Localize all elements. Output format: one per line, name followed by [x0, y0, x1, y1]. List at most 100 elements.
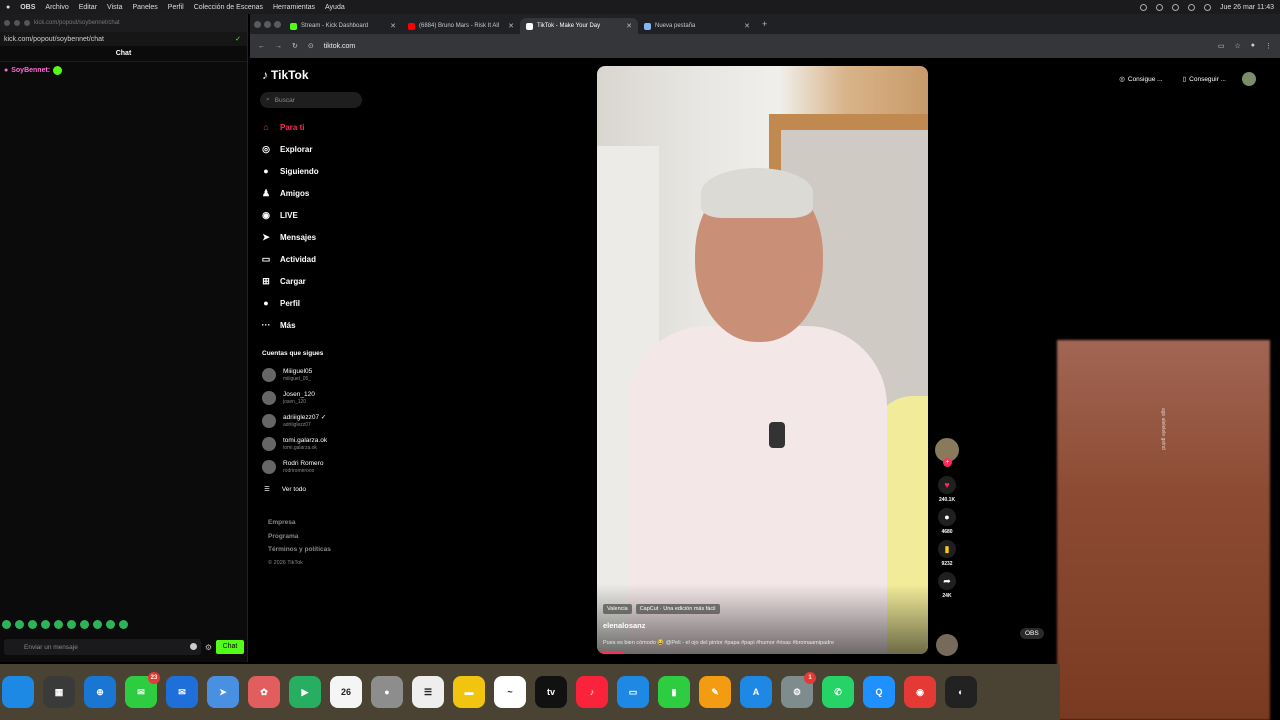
control-center-icon[interactable]	[1188, 3, 1196, 11]
close-tab-icon[interactable]: ✕	[508, 22, 514, 30]
emote-icon[interactable]	[28, 620, 37, 629]
chat-username[interactable]: SoyBennet:	[11, 67, 50, 74]
following-item[interactable]: Rodri Romero rodriromerooo	[262, 455, 382, 478]
video-progress[interactable]	[597, 652, 624, 654]
close-tab-icon[interactable]: ✕	[744, 22, 750, 30]
menu-herramientas[interactable]: Herramientas	[273, 4, 315, 11]
dock-reminders-icon[interactable]: ☰	[412, 676, 444, 708]
menu-perfil[interactable]: Perfil	[168, 4, 184, 11]
dock-calendar-icon[interactable]: 26	[330, 676, 362, 708]
bookmark-star-icon[interactable]: ☆	[1234, 42, 1240, 50]
nav-actividad[interactable]: ▭ Actividad	[260, 248, 380, 270]
see-all-link[interactable]: ☰ Ver todo	[264, 485, 306, 494]
dock-appstore-icon[interactable]: A	[740, 676, 772, 708]
nav-perfil[interactable]: ● Perfil	[260, 292, 380, 314]
dock-numbers-icon[interactable]: ▮	[658, 676, 690, 708]
like-action[interactable]: ♥ 240.1K	[938, 476, 956, 503]
minimize-icon[interactable]	[264, 20, 271, 28]
profile-icon[interactable]: ●	[1251, 42, 1255, 50]
music-disc-avatar[interactable]	[936, 634, 958, 656]
emote-icon[interactable]	[67, 620, 76, 629]
dock-facetime-icon[interactable]: ▶	[289, 676, 321, 708]
reload-icon[interactable]: ↻	[292, 42, 298, 50]
following-item[interactable]: Josen_120 josen_120	[262, 386, 382, 409]
footer-link-empresa[interactable]: Empresa	[268, 516, 331, 530]
tab-youtube[interactable]: (6884) Bruno Mars - Risk It All ✕	[402, 18, 520, 34]
wifi-icon[interactable]	[1156, 3, 1164, 11]
maximize-icon[interactable]	[24, 20, 30, 26]
nav-para-ti[interactable]: ⌂ Para ti	[260, 116, 380, 138]
save-action[interactable]: ▮ 9232	[938, 540, 956, 567]
dock-appletv-icon[interactable]: tv	[535, 676, 567, 708]
dock-notes-icon[interactable]: ▬	[453, 676, 485, 708]
back-icon[interactable]: ←	[258, 43, 265, 50]
share-icon[interactable]: ➦	[938, 572, 956, 590]
dock-contacts-icon[interactable]: ●	[371, 676, 403, 708]
share-action[interactable]: ➦ 24K	[938, 572, 956, 599]
get-coins-button[interactable]: ◎ Consigue ...	[1115, 72, 1166, 86]
battery-icon[interactable]	[1172, 3, 1180, 11]
dock-chrome-icon[interactable]: ◉	[904, 676, 936, 708]
nav-explorar[interactable]: ◎ Explorar	[260, 138, 380, 160]
capcut-tag[interactable]: CapCut · Una edición más fácil	[635, 604, 720, 614]
chat-input[interactable]: Enviar un mensaje	[4, 639, 201, 655]
bookmark-icon[interactable]: ▮	[938, 540, 956, 558]
nav-cargar[interactable]: ⊞ Cargar	[260, 270, 380, 292]
nav-siguiendo[interactable]: ● Siguiendo	[260, 160, 380, 182]
comment-icon[interactable]: ●	[938, 508, 956, 526]
close-tab-icon[interactable]: ✕	[390, 22, 396, 30]
close-icon[interactable]	[4, 20, 10, 26]
emote-icon[interactable]	[15, 620, 24, 629]
minimize-icon[interactable]	[14, 20, 20, 26]
forward-icon[interactable]: →	[275, 43, 282, 50]
get-app-button[interactable]: ▯ Conseguir ...	[1179, 72, 1230, 86]
menu-coleccion-escenas[interactable]: Colección de Escenas	[194, 4, 263, 11]
emote-icon[interactable]	[54, 620, 63, 629]
dock-maps-icon[interactable]: ➤	[207, 676, 239, 708]
dock-music-icon[interactable]: ♪	[576, 676, 608, 708]
dock-safari-icon[interactable]: ⊕	[84, 676, 116, 708]
menu-paneles[interactable]: Paneles	[132, 4, 157, 11]
menu-app-name[interactable]: OBS	[20, 4, 35, 11]
emote-icon[interactable]	[80, 620, 89, 629]
gear-icon[interactable]: ⚙	[205, 643, 212, 652]
nav-mensajes[interactable]: ➤ Mensajes	[260, 226, 380, 248]
dock-finder-icon[interactable]	[2, 676, 34, 708]
close-icon[interactable]	[254, 20, 261, 28]
cast-icon[interactable]: ▭	[1218, 42, 1225, 50]
emoji-icon[interactable]	[189, 643, 197, 650]
maximize-icon[interactable]	[274, 20, 281, 28]
status-icon[interactable]	[1140, 3, 1148, 11]
shield-icon[interactable]: ✓	[235, 35, 241, 43]
apple-icon[interactable]: ●	[6, 4, 10, 11]
tab-new[interactable]: Nueva pestaña ✕	[638, 18, 756, 34]
search-icon[interactable]	[1204, 3, 1212, 11]
comment-action[interactable]: ● 4680	[938, 508, 956, 535]
emote-icon[interactable]	[93, 620, 102, 629]
dock-messages-icon[interactable]: ✉ 23	[125, 672, 160, 708]
close-tab-icon[interactable]: ✕	[626, 22, 632, 30]
dock-pages-icon[interactable]: ✎	[699, 676, 731, 708]
tab-tiktok[interactable]: TikTok - Make Your Day ✕	[520, 18, 638, 34]
following-item[interactable]: Miiiguel05 miiiguel_05_	[262, 363, 382, 386]
dock-obs-icon[interactable]: ◐	[945, 676, 977, 708]
dock-launchpad-icon[interactable]: ▦	[43, 676, 75, 708]
kick-url-bar[interactable]: kick.com/popout/soybennet/chat ✓	[0, 32, 247, 46]
dock-quicktime-icon[interactable]: Q	[863, 676, 895, 708]
new-tab-icon[interactable]: +	[762, 19, 767, 29]
dock-freeform-icon[interactable]: ~	[494, 676, 526, 708]
menu-ayuda[interactable]: Ayuda	[325, 4, 345, 11]
creator-avatar[interactable]: +	[935, 438, 959, 467]
footer-link-terminos[interactable]: Términos y políticas	[268, 543, 331, 557]
emote-icon[interactable]	[41, 620, 50, 629]
tab-kick-dashboard[interactable]: Stream - Kick Dashboard ✕	[284, 18, 402, 34]
dock-settings-icon[interactable]: ⚙ 1	[781, 672, 816, 708]
emote-icon[interactable]	[119, 620, 128, 629]
nav-live[interactable]: ◉ LIVE	[260, 204, 380, 226]
dock-photos-icon[interactable]: ✿	[248, 676, 280, 708]
emote-icon[interactable]	[2, 620, 11, 629]
nav-amigos[interactable]: ♟ Amigos	[260, 182, 380, 204]
menu-editar[interactable]: Editar	[79, 4, 97, 11]
following-item[interactable]: adriiiglezz07 ✓ adriiiglezz07	[262, 409, 382, 432]
search-input[interactable]: ⌕ Buscar	[260, 92, 362, 108]
